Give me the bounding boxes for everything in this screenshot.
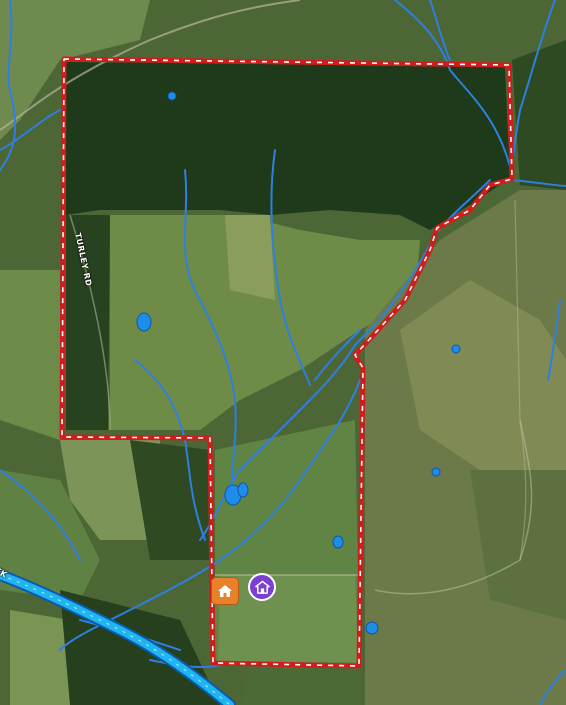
home-icon	[218, 585, 232, 597]
property-boundary[interactable]	[0, 0, 566, 705]
house-icon	[254, 580, 270, 594]
home-marker[interactable]	[211, 577, 239, 605]
map-view[interactable]: TURLEY RD EK	[0, 0, 566, 705]
house-marker[interactable]	[248, 573, 276, 601]
